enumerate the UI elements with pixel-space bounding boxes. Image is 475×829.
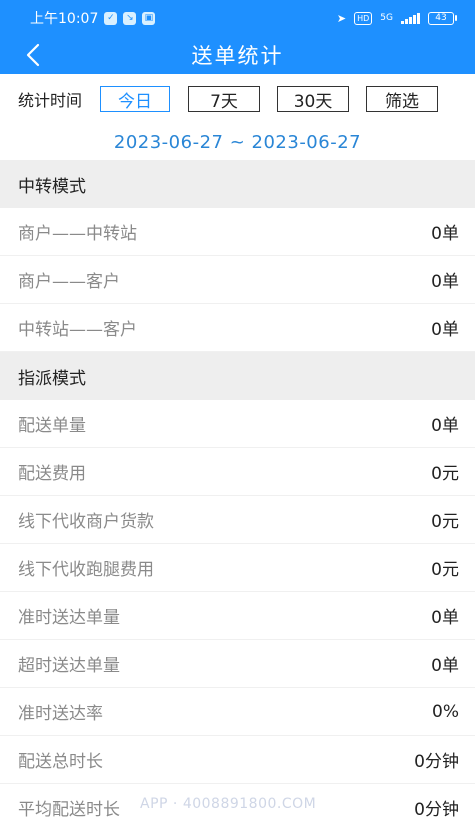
stat-label: 配送单量 [18, 416, 86, 436]
stat-value: 0单 [431, 224, 459, 244]
watermark: APP · 4008891800.COM [140, 796, 317, 812]
stat-row: 配送单量 0单 [0, 400, 475, 448]
battery-level: 43 [428, 11, 454, 25]
filter-30days-button[interactable]: 30天 [277, 86, 350, 112]
stat-row: 商户——客户 0单 [0, 256, 475, 304]
stat-row: 配送费用 0元 [0, 448, 475, 496]
section-header-assign: 指派模式 [0, 352, 475, 400]
stat-label: 中转站——客户 [18, 320, 137, 340]
stat-value: 0单 [431, 320, 459, 340]
network-label: 5G [380, 13, 393, 23]
page-title: 送单统计 [191, 44, 284, 68]
stat-label: 配送费用 [18, 464, 86, 484]
stat-label: 商户——中转站 [18, 224, 137, 244]
date-range: 2023-06-27 ~ 2023-06-27 [113, 131, 362, 153]
stat-row: 中转站——客户 0单 [0, 304, 475, 352]
filter-label: 统计时间 [18, 91, 83, 110]
stat-label: 配送总时长 [18, 752, 103, 772]
stat-value: 0分钟 [414, 800, 459, 820]
stat-row: 配送总时长 0分钟 [0, 736, 475, 784]
stat-value: 0元 [431, 512, 459, 532]
signal-icon [401, 12, 420, 24]
message-icon: ▣ [142, 11, 156, 25]
stat-label: 线下代收商户货款 [18, 512, 154, 532]
status-bar: 上午10:07 ✓ ↘ ▣ ➤ HD 5G 43 [0, 0, 475, 36]
stat-row: 超时送达单量 0单 [0, 640, 475, 688]
filter-today-button[interactable]: 今日 [100, 86, 171, 112]
stat-label: 商户——客户 [18, 272, 120, 292]
stat-value: 0单 [431, 272, 459, 292]
app-notification-icon: ↘ [123, 11, 137, 25]
stat-value: 0元 [431, 560, 459, 580]
stat-value: 0单 [431, 608, 459, 628]
stat-label: 准时送达率 [18, 704, 103, 724]
stat-value: 0单 [431, 416, 459, 436]
stat-row: 准时送达率 0% [0, 688, 475, 736]
location-icon: ➤ [336, 11, 347, 25]
stat-label: 平均配送时长 [18, 800, 120, 820]
stat-row: 商户——中转站 0单 [0, 208, 475, 256]
stat-value: 0分钟 [414, 752, 459, 772]
stat-row: 准时送达单量 0单 [0, 592, 475, 640]
stat-row: 线下代收商户货款 0元 [0, 496, 475, 544]
stat-value: 0元 [431, 464, 459, 484]
stat-value: 0单 [431, 656, 459, 676]
hd-icon: HD [354, 11, 373, 25]
stat-value: 0% [432, 701, 459, 722]
filter-custom-button[interactable]: 筛选 [366, 86, 439, 112]
filter-7days-button[interactable]: 7天 [188, 86, 261, 112]
nav-bar: 送单统计 [0, 36, 475, 74]
section-header-transfer: 中转模式 [0, 160, 475, 208]
stat-label: 准时送达单量 [18, 608, 120, 628]
status-time: 上午10:07 [30, 11, 99, 27]
stat-label: 超时送达单量 [18, 656, 120, 676]
stat-row: 线下代收跑腿费用 0元 [0, 544, 475, 592]
app-header: 上午10:07 ✓ ↘ ▣ ➤ HD 5G 43 送单统计 [0, 0, 475, 74]
battery-icon: 43 [428, 11, 457, 25]
time-filter-bar: 统计时间 今日 7天 30天 筛选 [0, 74, 475, 124]
stat-label: 线下代收跑腿费用 [18, 560, 154, 580]
notification-icon: ✓ [104, 11, 118, 25]
chevron-left-icon[interactable] [20, 42, 46, 68]
